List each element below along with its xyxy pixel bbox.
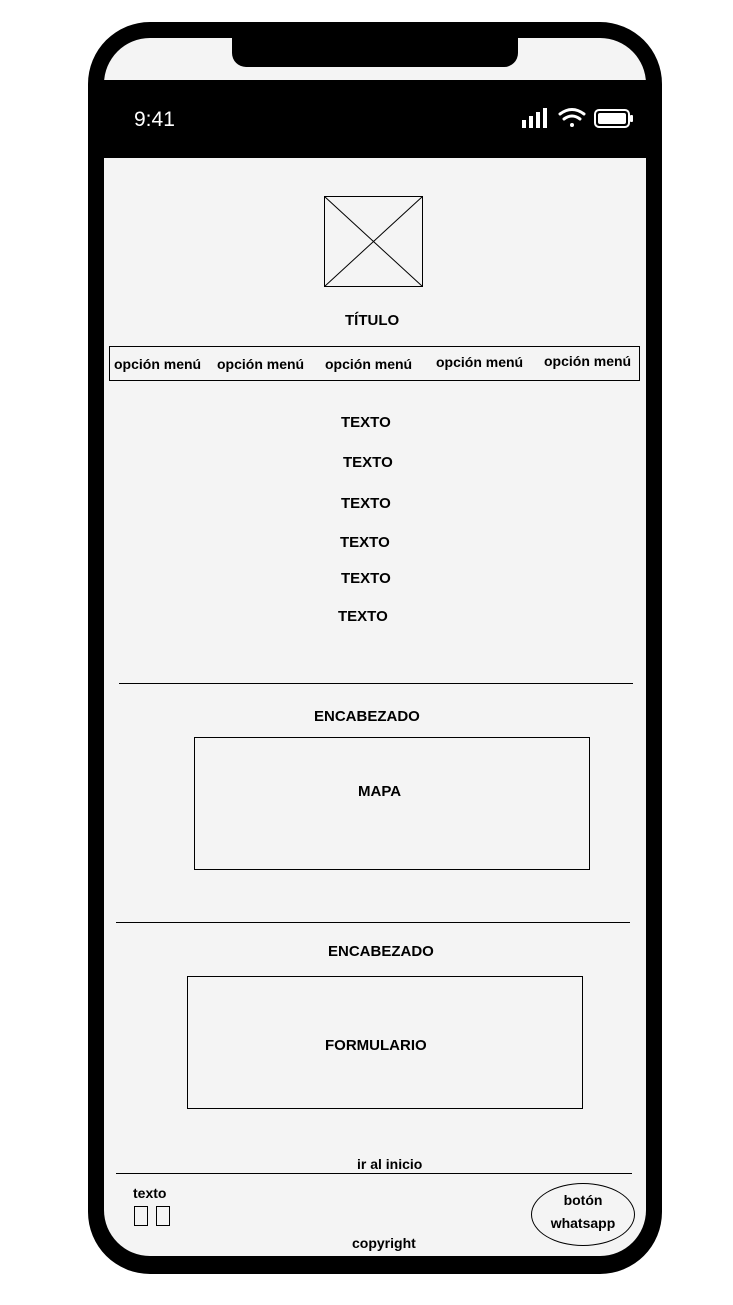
copyright-text: copyright	[352, 1235, 416, 1251]
content-text: TEXTO	[341, 570, 391, 587]
whatsapp-button[interactable]: botón whatsapp	[531, 1183, 635, 1246]
map-placeholder[interactable]: MAPA	[194, 737, 590, 870]
social-icon[interactable]	[134, 1206, 148, 1226]
menu-item-1[interactable]: opción menú	[114, 356, 201, 372]
content-text: TEXTO	[338, 608, 388, 625]
back-to-top-link[interactable]: ir al inicio	[357, 1156, 422, 1172]
form-label: FORMULARIO	[325, 1037, 427, 1054]
menu-item-3[interactable]: opción menú	[325, 356, 412, 372]
wifi-icon	[558, 108, 586, 127]
logo-image-placeholder	[324, 196, 423, 287]
menu-item-2[interactable]: opción menú	[217, 356, 304, 372]
menu-item-4[interactable]: opción menú	[436, 354, 523, 370]
map-label: MAPA	[358, 783, 402, 800]
content-text: TEXTO	[341, 495, 391, 512]
signal-icon	[522, 108, 547, 128]
footer-divider	[116, 1173, 632, 1174]
status-icons	[522, 106, 634, 135]
nav-menu: opción menú opción menú opción menú opci…	[109, 346, 640, 381]
form-heading: ENCABEZADO	[328, 943, 434, 960]
image-placeholder-icon	[324, 196, 423, 287]
content-text: TEXTO	[341, 414, 391, 431]
status-time: 9:41	[134, 108, 175, 131]
section-divider	[119, 683, 633, 684]
status-bar: 9:41	[104, 80, 646, 158]
page-title: TÍTULO	[345, 312, 400, 329]
map-heading: ENCABEZADO	[314, 708, 420, 725]
section-divider	[116, 922, 630, 923]
social-icon[interactable]	[156, 1206, 170, 1226]
content-text: TEXTO	[340, 534, 390, 551]
battery-icon	[594, 109, 633, 128]
whatsapp-button-label: botón	[563, 1192, 603, 1208]
form-placeholder[interactable]: FORMULARIO	[187, 976, 583, 1109]
whatsapp-button-label: whatsapp	[550, 1215, 616, 1231]
menu-item-5[interactable]: opción menú	[544, 353, 631, 369]
footer-text: texto	[133, 1185, 167, 1201]
phone-notch	[232, 36, 518, 67]
content-text: TEXTO	[343, 454, 393, 471]
